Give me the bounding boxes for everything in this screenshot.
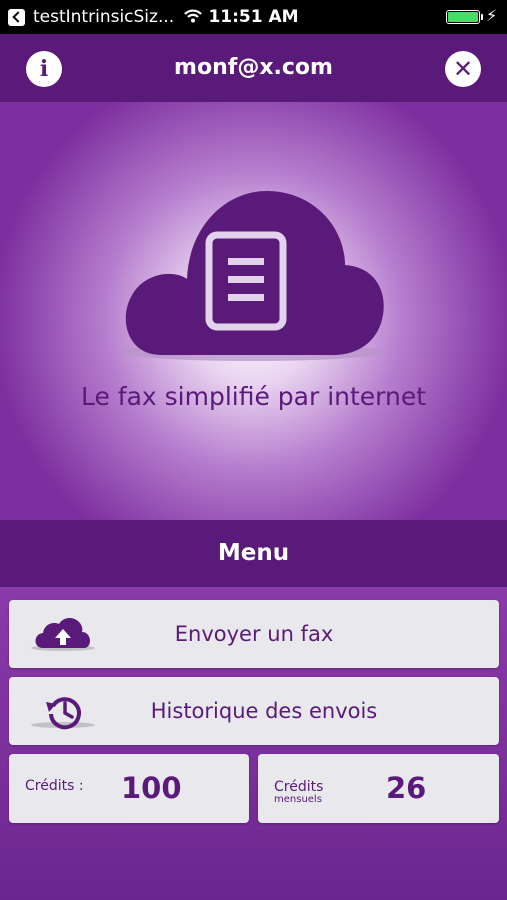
monthly-credits-card: Crédits mensuels 26 [258, 754, 499, 823]
close-icon[interactable]: ✕ [445, 51, 481, 87]
status-time: 11:51 AM [208, 7, 299, 27]
battery-icon [446, 10, 483, 24]
send-fax-button[interactable]: Envoyer un fax [9, 600, 499, 668]
status-bar: testIntrinsicSiz... 11:51 AM ⚡ [0, 0, 507, 34]
history-button[interactable]: Historique des envois [9, 677, 499, 745]
page-title: monf@x.com [174, 55, 333, 80]
hero-banner: Le fax simplifié par internet [0, 102, 507, 520]
credits-value: 100 [121, 771, 182, 805]
monthly-credits-value: 26 [386, 771, 427, 805]
send-fax-label: Envoyer un fax [174, 622, 334, 646]
charging-icon: ⚡ [486, 6, 498, 25]
nav-bar: i monf@x.com ✕ [0, 34, 507, 102]
monthly-credits-sublabel: mensuels [274, 794, 322, 805]
cloud-document-icon [122, 191, 384, 361]
monthly-credits-label: Crédits [274, 779, 324, 795]
tagline: Le fax simplifié par internet [80, 382, 427, 411]
menu-header: Menu [0, 520, 507, 587]
credits-card: Crédits : 100 [9, 754, 249, 823]
history-label: Historique des envois [150, 699, 378, 723]
credits-label: Crédits : [25, 778, 84, 794]
